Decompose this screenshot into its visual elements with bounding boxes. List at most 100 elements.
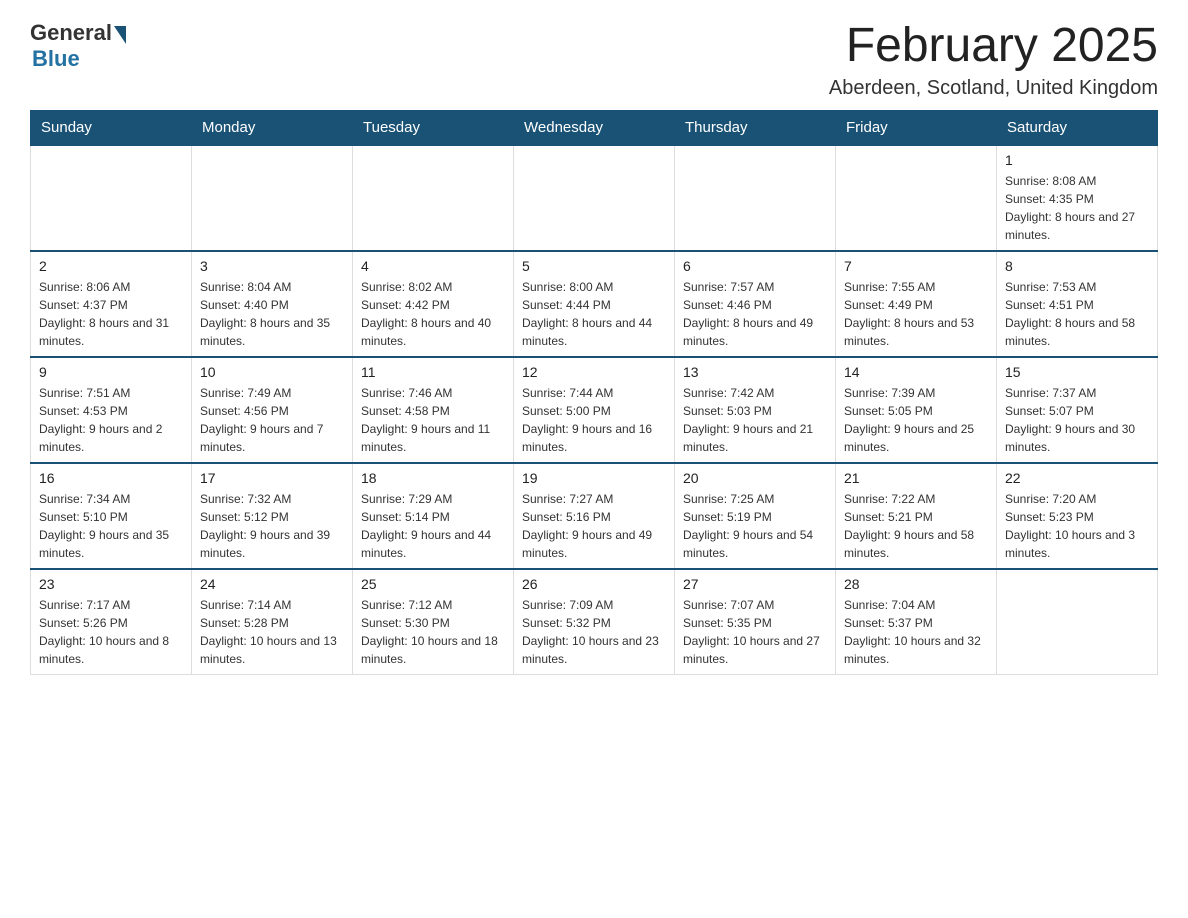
day-info: Sunrise: 8:06 AMSunset: 4:37 PMDaylight:… [39, 278, 183, 350]
col-monday: Monday [192, 110, 353, 145]
col-wednesday: Wednesday [514, 110, 675, 145]
day-info: Sunrise: 7:49 AMSunset: 4:56 PMDaylight:… [200, 384, 344, 456]
table-row [997, 569, 1158, 675]
day-info: Sunrise: 7:53 AMSunset: 4:51 PMDaylight:… [1005, 278, 1149, 350]
day-info: Sunrise: 7:34 AMSunset: 5:10 PMDaylight:… [39, 490, 183, 562]
day-info: Sunrise: 7:55 AMSunset: 4:49 PMDaylight:… [844, 278, 988, 350]
calendar-header-row: Sunday Monday Tuesday Wednesday Thursday… [31, 110, 1158, 145]
day-info: Sunrise: 7:57 AMSunset: 4:46 PMDaylight:… [683, 278, 827, 350]
logo-blue-text: Blue [32, 46, 80, 72]
day-info: Sunrise: 7:09 AMSunset: 5:32 PMDaylight:… [522, 596, 666, 668]
day-info: Sunrise: 7:37 AMSunset: 5:07 PMDaylight:… [1005, 384, 1149, 456]
table-row: 8 Sunrise: 7:53 AMSunset: 4:51 PMDaylight… [997, 251, 1158, 357]
table-row: 4 Sunrise: 8:02 AMSunset: 4:42 PMDaylight… [353, 251, 514, 357]
table-row [353, 145, 514, 251]
location-subtitle: Aberdeen, Scotland, United Kingdom [829, 77, 1158, 100]
day-number: 5 [522, 258, 666, 274]
day-number: 20 [683, 470, 827, 486]
table-row [31, 145, 192, 251]
day-info: Sunrise: 7:44 AMSunset: 5:00 PMDaylight:… [522, 384, 666, 456]
table-row: 6Sunrise: 7:57 AMSunset: 4:46 PMDaylight… [675, 251, 836, 357]
day-number: 24 [200, 576, 344, 592]
table-row: 14 Sunrise: 7:39 AMSunset: 5:05 PMDayligh… [836, 357, 997, 463]
day-number: 15 [1005, 364, 1149, 380]
day-info: Sunrise: 7:42 AMSunset: 5:03 PMDaylight:… [683, 384, 827, 456]
day-number: 21 [844, 470, 988, 486]
day-number: 11 [361, 364, 505, 380]
col-saturday: Saturday [997, 110, 1158, 145]
logo-arrow-icon [114, 26, 126, 44]
table-row: 26 Sunrise: 7:09 AMSunset: 5:32 PMDayligh… [514, 569, 675, 675]
day-info: Sunrise: 7:25 AMSunset: 5:19 PMDaylight:… [683, 490, 827, 562]
table-row: 13 Sunrise: 7:42 AMSunset: 5:03 PMDayligh… [675, 357, 836, 463]
day-info: Sunrise: 8:00 AMSunset: 4:44 PMDaylight:… [522, 278, 666, 350]
day-number: 14 [844, 364, 988, 380]
calendar-week-row: 16 Sunrise: 7:34 AMSunset: 5:10 PMDayligh… [31, 463, 1158, 569]
table-row [836, 145, 997, 251]
day-number: 4 [361, 258, 505, 274]
logo-general-text: General [30, 20, 112, 46]
day-info: Sunrise: 7:22 AMSunset: 5:21 PMDaylight:… [844, 490, 988, 562]
day-number: 28 [844, 576, 988, 592]
table-row [192, 145, 353, 251]
table-row: 16 Sunrise: 7:34 AMSunset: 5:10 PMDayligh… [31, 463, 192, 569]
table-row: 24 Sunrise: 7:14 AMSunset: 5:28 PMDayligh… [192, 569, 353, 675]
day-info: Sunrise: 7:17 AMSunset: 5:26 PMDaylight:… [39, 596, 183, 668]
day-info: Sunrise: 7:20 AMSunset: 5:23 PMDaylight:… [1005, 490, 1149, 562]
table-row: 10 Sunrise: 7:49 AMSunset: 4:56 PMDayligh… [192, 357, 353, 463]
table-row: 7Sunrise: 7:55 AMSunset: 4:49 PMDaylight… [836, 251, 997, 357]
day-number: 22 [1005, 470, 1149, 486]
day-number: 1 [1005, 152, 1149, 168]
day-info: Sunrise: 8:04 AMSunset: 4:40 PMDaylight:… [200, 278, 344, 350]
day-number: 8 [1005, 258, 1149, 274]
day-info: Sunrise: 7:07 AMSunset: 5:35 PMDaylight:… [683, 596, 827, 668]
day-info: Sunrise: 7:39 AMSunset: 5:05 PMDaylight:… [844, 384, 988, 456]
calendar-week-row: 23 Sunrise: 7:17 AMSunset: 5:26 PMDayligh… [31, 569, 1158, 675]
table-row: 21 Sunrise: 7:22 AMSunset: 5:21 PMDayligh… [836, 463, 997, 569]
day-number: 12 [522, 364, 666, 380]
table-row: 11 Sunrise: 7:46 AMSunset: 4:58 PMDayligh… [353, 357, 514, 463]
day-number: 16 [39, 470, 183, 486]
day-info: Sunrise: 7:27 AMSunset: 5:16 PMDaylight:… [522, 490, 666, 562]
table-row: 5 Sunrise: 8:00 AMSunset: 4:44 PMDaylight… [514, 251, 675, 357]
col-sunday: Sunday [31, 110, 192, 145]
table-row: 3Sunrise: 8:04 AMSunset: 4:40 PMDaylight… [192, 251, 353, 357]
table-row: 2 Sunrise: 8:06 AMSunset: 4:37 PMDaylight… [31, 251, 192, 357]
day-info: Sunrise: 7:51 AMSunset: 4:53 PMDaylight:… [39, 384, 183, 456]
table-row: 23 Sunrise: 7:17 AMSunset: 5:26 PMDayligh… [31, 569, 192, 675]
calendar-week-row: 2 Sunrise: 8:06 AMSunset: 4:37 PMDaylight… [31, 251, 1158, 357]
table-row [514, 145, 675, 251]
main-title: February 2025 [829, 20, 1158, 73]
day-info: Sunrise: 8:08 AMSunset: 4:35 PMDaylight:… [1005, 172, 1149, 244]
table-row [675, 145, 836, 251]
table-row: 9 Sunrise: 7:51 AMSunset: 4:53 PMDaylight… [31, 357, 192, 463]
day-info: Sunrise: 7:14 AMSunset: 5:28 PMDaylight:… [200, 596, 344, 668]
logo: General Blue [30, 20, 126, 72]
day-number: 17 [200, 470, 344, 486]
day-number: 26 [522, 576, 666, 592]
day-number: 10 [200, 364, 344, 380]
day-number: 19 [522, 470, 666, 486]
title-area: February 2025 Aberdeen, Scotland, United… [829, 20, 1158, 100]
day-number: 25 [361, 576, 505, 592]
calendar-week-row: 1 Sunrise: 8:08 AMSunset: 4:35 PMDaylight… [31, 145, 1158, 251]
day-info: Sunrise: 7:04 AMSunset: 5:37 PMDaylight:… [844, 596, 988, 668]
day-number: 13 [683, 364, 827, 380]
day-number: 2 [39, 258, 183, 274]
day-number: 23 [39, 576, 183, 592]
day-number: 9 [39, 364, 183, 380]
table-row: 19 Sunrise: 7:27 AMSunset: 5:16 PMDayligh… [514, 463, 675, 569]
day-info: Sunrise: 8:02 AMSunset: 4:42 PMDaylight:… [361, 278, 505, 350]
table-row: 12 Sunrise: 7:44 AMSunset: 5:00 PMDayligh… [514, 357, 675, 463]
table-row: 20 Sunrise: 7:25 AMSunset: 5:19 PMDayligh… [675, 463, 836, 569]
day-info: Sunrise: 7:46 AMSunset: 4:58 PMDaylight:… [361, 384, 505, 456]
table-row: 17 Sunrise: 7:32 AMSunset: 5:12 PMDayligh… [192, 463, 353, 569]
table-row: 18 Sunrise: 7:29 AMSunset: 5:14 PMDayligh… [353, 463, 514, 569]
table-row: 22 Sunrise: 7:20 AMSunset: 5:23 PMDayligh… [997, 463, 1158, 569]
table-row: 28 Sunrise: 7:04 AMSunset: 5:37 PMDayligh… [836, 569, 997, 675]
table-row: 27Sunrise: 7:07 AMSunset: 5:35 PMDayligh… [675, 569, 836, 675]
calendar-week-row: 9 Sunrise: 7:51 AMSunset: 4:53 PMDaylight… [31, 357, 1158, 463]
day-info: Sunrise: 7:32 AMSunset: 5:12 PMDaylight:… [200, 490, 344, 562]
day-info: Sunrise: 7:29 AMSunset: 5:14 PMDaylight:… [361, 490, 505, 562]
day-number: 18 [361, 470, 505, 486]
